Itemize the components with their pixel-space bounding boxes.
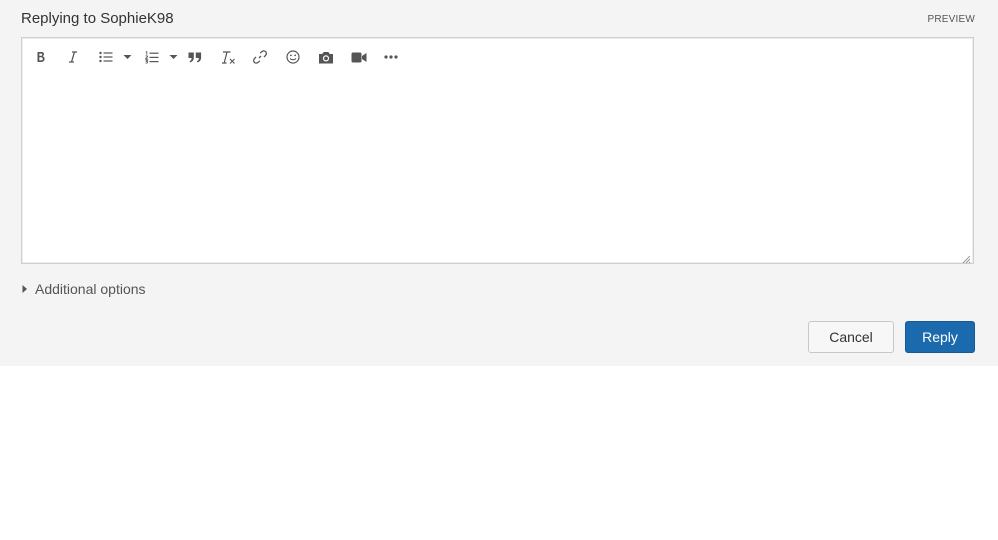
link-button[interactable] [252,47,268,67]
bold-icon [37,52,45,62]
bullet-list-button[interactable] [98,47,114,67]
caret-right-icon [22,285,27,293]
additional-options-label: Additional options [35,281,146,297]
clear-formatting-icon [221,50,235,64]
numbered-list-icon [145,50,159,64]
quote-icon [188,52,202,62]
cancel-button[interactable]: Cancel [808,321,894,353]
italic-button[interactable] [66,47,80,67]
bullet-list-icon [99,51,113,63]
numbered-list-button[interactable] [144,47,160,67]
insert-video-button[interactable] [350,47,368,67]
insert-photo-button[interactable] [317,47,335,67]
clear-formatting-button[interactable] [220,47,236,67]
reply-panel: Replying to SophieK98 PREVIEW Additional… [0,0,998,366]
chevron-down-icon [169,55,177,59]
bold-button[interactable] [34,47,48,67]
reply-heading: Replying to SophieK98 [21,10,174,27]
preview-link[interactable]: PREVIEW [927,14,975,25]
quote-button[interactable] [187,47,203,67]
bullet-list-dropdown[interactable] [121,47,133,67]
numbered-list-dropdown[interactable] [167,47,179,67]
italic-icon [69,51,77,63]
chevron-down-icon [123,55,131,59]
emoji-icon [286,50,300,64]
editor-toolbar [22,38,973,76]
resize-handle-icon[interactable] [961,251,971,264]
link-icon [253,50,267,64]
rich-text-editor [21,37,974,264]
video-icon [351,52,367,62]
additional-options-toggle[interactable]: Additional options [20,281,146,297]
emoji-button[interactable] [285,47,301,67]
camera-icon [319,51,333,63]
more-options-button[interactable] [382,47,400,67]
reply-button[interactable]: Reply [905,321,975,353]
reply-body-input[interactable] [23,78,972,261]
more-icon [384,55,398,59]
